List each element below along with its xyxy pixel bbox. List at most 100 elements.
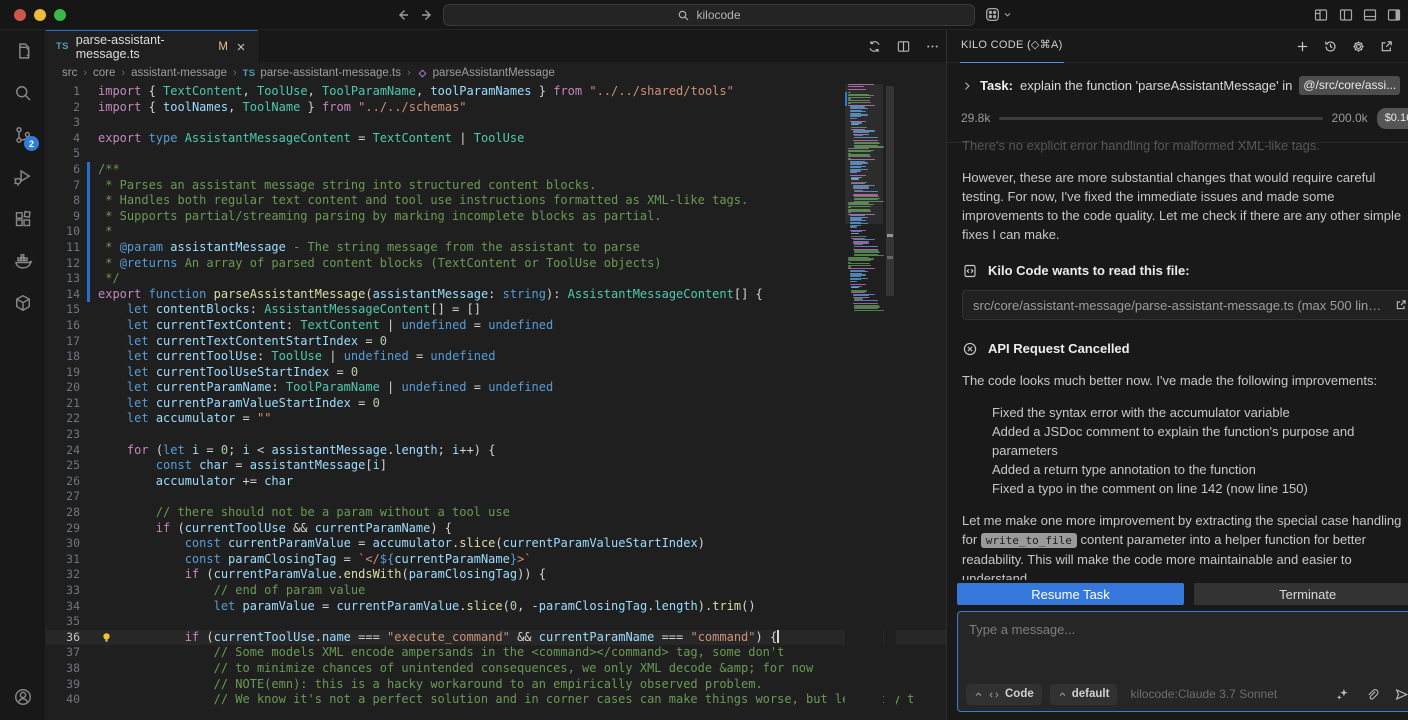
window-zoom-button[interactable] (54, 9, 66, 21)
chat-message-list[interactable]: There's no explicit error handling for m… (947, 130, 1408, 580)
new-task-icon[interactable] (1295, 39, 1310, 54)
code-line[interactable]: 8 * Handles both regular text content an… (46, 193, 946, 209)
back-button[interactable] (395, 7, 411, 23)
external-link-icon (1394, 298, 1408, 312)
window-close-button[interactable] (14, 9, 26, 21)
code-line[interactable]: 16 let currentTextContent: TextContent |… (46, 318, 946, 334)
open-changes-icon[interactable] (867, 39, 882, 54)
code-line[interactable]: 22 let accumulator = "" (46, 411, 946, 427)
code-line[interactable]: 24 for (let i = 0; i < assistantMessage.… (46, 443, 946, 459)
code-line[interactable]: 15 let contentBlocks: AssistantMessageCo… (46, 302, 946, 318)
code-line[interactable]: 9 * Supports partial/streaming parsing b… (46, 209, 946, 225)
code-line[interactable]: 35 (46, 614, 946, 630)
code-line[interactable]: 6/** (46, 162, 946, 178)
code-line[interactable]: 10 * (46, 224, 946, 240)
code-line[interactable]: 19 let currentToolUseStartIndex = 0 (46, 365, 946, 381)
history-icon[interactable] (1323, 39, 1338, 54)
sidebar-item-account[interactable] (0, 676, 46, 718)
tab-close-icon[interactable] (235, 41, 247, 53)
code-line[interactable]: 26 accumulator += char (46, 474, 946, 490)
minimap-slider[interactable] (845, 84, 883, 224)
sidebar-item-source-control[interactable]: 2 (0, 114, 46, 156)
sidebar-item-extensions[interactable] (0, 198, 46, 240)
panel-title[interactable]: KILO CODE (◇⌘A) (960, 29, 1064, 63)
toggle-sidebar-icon[interactable] (1338, 7, 1354, 23)
previous-message-text: There's no explicit error handling for m… (962, 136, 1408, 155)
code-editor[interactable]: 1import { TextContent, ToolUse, ToolPara… (46, 84, 946, 720)
send-message-icon[interactable] (1394, 687, 1408, 702)
sidebar-item-containers[interactable] (0, 282, 46, 324)
code-line[interactable]: 36 if (currentToolUse.name === "execute_… (46, 630, 946, 646)
minimap[interactable] (845, 84, 883, 720)
customize-layout-icon[interactable] (1313, 7, 1329, 23)
code-line[interactable]: 14export function parseAssistantMessage(… (46, 287, 946, 303)
code-line[interactable]: 34 let paramValue = currentParamValue.sl… (46, 599, 946, 615)
code-line[interactable]: 31 const paramClosingTag = `</${currentP… (46, 552, 946, 568)
code-line[interactable]: 23 (46, 427, 946, 443)
code-line[interactable]: 33 // end of param value (46, 583, 946, 599)
code-line[interactable]: 4export type AssistantMessageContent = T… (46, 131, 946, 147)
forward-button[interactable] (419, 7, 435, 23)
profile-selector[interactable]: default (1050, 684, 1118, 705)
code-line[interactable]: 37 // Some models XML encode ampersands … (46, 645, 946, 661)
resume-task-button[interactable]: Resume Task (957, 583, 1184, 605)
code-line[interactable]: 5 (46, 146, 946, 162)
mode-selector[interactable]: Code (966, 684, 1042, 705)
breadcrumb-item[interactable]: core (93, 67, 115, 79)
settings-gear-icon[interactable] (1351, 39, 1366, 54)
lightbulb-icon[interactable] (100, 631, 113, 644)
more-actions-icon[interactable] (925, 39, 940, 54)
breadcrumb-item[interactable]: assistant-message (131, 67, 227, 79)
code-line[interactable]: 27 (46, 489, 946, 505)
sidebar-item-run-debug[interactable] (0, 156, 46, 198)
code-line[interactable]: 18 let currentToolUse: ToolUse | undefin… (46, 349, 946, 365)
grid-menu-icon[interactable] (984, 6, 1012, 23)
modified-line-gutter (87, 271, 90, 287)
message-composer[interactable]: Type a message... Code default (957, 611, 1408, 712)
sidebar-item-search[interactable] (0, 72, 46, 114)
chevron-right-icon[interactable] (961, 80, 973, 92)
code-line[interactable]: 13 */ (46, 271, 946, 287)
open-in-editor-icon[interactable] (1379, 39, 1394, 54)
editor-scrollbar[interactable] (884, 84, 896, 720)
code-line[interactable]: 11 * @param assistantMessage - The strin… (46, 240, 946, 256)
code-line[interactable]: 32 if (currentParamValue.endsWith(paramC… (46, 567, 946, 583)
code-line[interactable]: 38 // to minimize chances of unintended … (46, 661, 946, 677)
code-line[interactable]: 7 * Parses an assistant message string i… (46, 178, 946, 194)
code-line[interactable]: 29 if (currentToolUse && currentParamNam… (46, 521, 946, 537)
context-mention-chip[interactable]: @/src/core/assi... (1299, 76, 1400, 95)
code-line[interactable]: 21 let currentParamValueStartIndex = 0 (46, 396, 946, 412)
attach-file-icon[interactable] (1365, 688, 1379, 702)
code-line[interactable]: 39 // NOTE(emn): this is a hacky workaro… (46, 677, 946, 693)
code-line[interactable]: 40 // We know it's not a perfect solutio… (46, 692, 946, 708)
breadcrumb-item[interactable]: TSparse-assistant-message.ts (243, 67, 401, 79)
code-line[interactable]: 28 // there should not be a param withou… (46, 505, 946, 521)
symbol-method-icon (417, 68, 428, 79)
code-line[interactable]: 25 const char = assistantMessage[i] (46, 458, 946, 474)
sidebar-item-explorer[interactable] (0, 30, 46, 72)
toggle-panel-icon[interactable] (1362, 7, 1378, 23)
code-line[interactable]: 2import { toolNames, ToolName } from "..… (46, 100, 946, 116)
breadcrumb-item[interactable]: src (62, 67, 77, 79)
enhance-prompt-icon[interactable] (1335, 687, 1350, 702)
modified-line-gutter (87, 162, 90, 178)
line-number: 15 (46, 302, 80, 318)
breadcrumb[interactable]: src›core›assistant-message›TSparse-assis… (46, 62, 946, 84)
split-editor-icon[interactable] (896, 39, 911, 54)
terminate-button[interactable]: Terminate (1194, 583, 1408, 605)
breadcrumb-item[interactable]: parseAssistantMessage (417, 67, 555, 79)
code-line[interactable]: 3 (46, 115, 946, 131)
sidebar-item-docker[interactable] (0, 240, 46, 282)
command-center-search[interactable]: kilocode (443, 4, 975, 26)
code-line[interactable]: 20 let currentParamName: ToolParamName |… (46, 380, 946, 396)
code-line[interactable]: 12 * @returns An array of parsed content… (46, 256, 946, 272)
breadcrumb-separator: › (121, 67, 125, 79)
line-number: 30 (46, 536, 80, 552)
code-line[interactable]: 30 const currentParamValue = accumulator… (46, 536, 946, 552)
tab-parse-assistant-message[interactable]: TS parse-assistant-message.ts M (46, 30, 258, 62)
file-chip[interactable]: src/core/assistant-message/parse-assista… (962, 290, 1408, 320)
window-minimize-button[interactable] (34, 9, 46, 21)
code-line[interactable]: 1import { TextContent, ToolUse, ToolPara… (46, 84, 946, 100)
code-line[interactable]: 17 let currentTextContentStartIndex = 0 (46, 334, 946, 350)
toggle-secondary-sidebar-icon[interactable] (1386, 7, 1402, 23)
